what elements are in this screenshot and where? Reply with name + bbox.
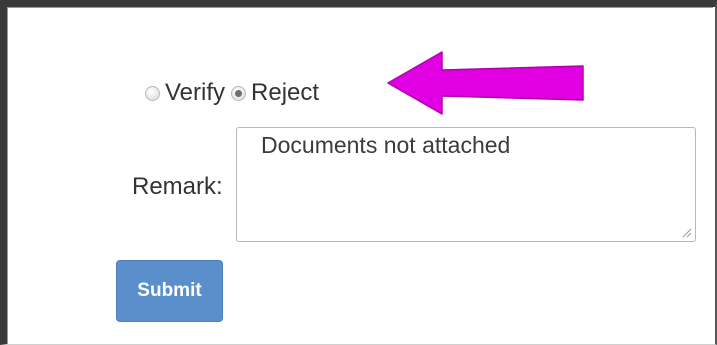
remark-textarea[interactable]: Documents not attached <box>236 127 696 242</box>
verify-radio[interactable] <box>145 85 160 101</box>
resize-grip-icon[interactable] <box>682 228 692 238</box>
reject-radio-label[interactable]: Reject <box>251 79 319 107</box>
reject-radio[interactable] <box>231 85 247 101</box>
remark-text: Documents not attached <box>261 132 511 158</box>
verification-form: Verify Reject Remark: Documents not atta… <box>7 7 713 344</box>
remark-label: Remark: <box>132 173 223 200</box>
verify-radio-label[interactable]: Verify <box>165 79 225 107</box>
submit-button[interactable]: Submit <box>116 260 223 322</box>
left-arrow-icon <box>387 51 584 115</box>
verification-options: Verify Reject <box>145 73 325 113</box>
